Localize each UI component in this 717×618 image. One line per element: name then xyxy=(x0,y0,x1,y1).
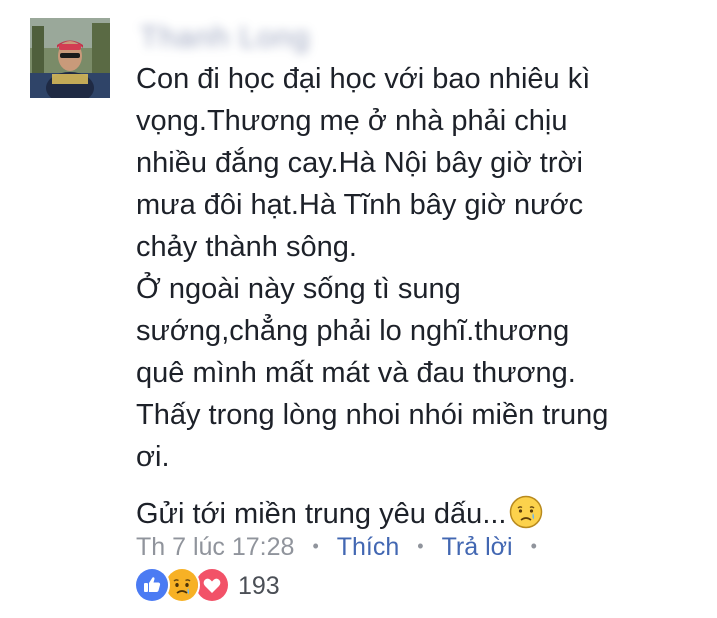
comment-timestamp[interactable]: Th 7 lúc 17:28 xyxy=(136,533,294,561)
comment-line: sướng,chẳng phải lo nghĩ.thương xyxy=(136,315,570,347)
comment-line: Con đi học đại học với bao nhiêu kì xyxy=(136,63,591,95)
reactions-summary[interactable]: 193 xyxy=(134,567,280,603)
comment-paragraph: Gửi tới miền trung yêu dấu... xyxy=(136,493,696,535)
comment-actions: Th 7 lúc 17:28 • Thích • Trả lời • xyxy=(136,530,555,563)
reaction-count: 193 xyxy=(238,571,280,600)
comment-line: vọng.Thương mẹ ở nhà phải chịu xyxy=(136,105,568,137)
like-button[interactable]: Thích xyxy=(337,533,400,561)
comment-item: Thanh Long Con đi học đại học với bao nh… xyxy=(0,0,717,618)
comment-line: quê mình mất mát và đau thương. xyxy=(136,357,576,389)
comment-text: Con đi học đại học với bao nhiêu kì vọng… xyxy=(136,58,696,535)
author-avatar[interactable] xyxy=(30,18,110,98)
comment-line: Ở ngoài này sống tì sung xyxy=(136,273,461,305)
crying-face-icon xyxy=(509,495,542,529)
comment-paragraph: Con đi học đại học với bao nhiêu kì vọng… xyxy=(136,58,696,478)
separator-dot: • xyxy=(312,536,319,556)
comment-line: mưa đôi hạt.Hà Tĩnh bây giờ nước xyxy=(136,189,584,221)
comment-line: chảy thành sông. xyxy=(136,231,357,263)
comment-line: Gửi tới miền trung yêu dấu... xyxy=(136,498,507,530)
separator-dot: • xyxy=(417,536,424,556)
comment-line: ơi. xyxy=(136,441,170,473)
separator-dot: • xyxy=(530,536,537,556)
author-name[interactable]: Thanh Long xyxy=(140,20,310,56)
comment-line: nhiều đắng cay.Hà Nội bây giờ trời xyxy=(136,147,583,179)
profile-photo-icon xyxy=(30,18,110,98)
reply-button[interactable]: Trả lời xyxy=(442,533,513,561)
like-icon xyxy=(134,567,170,603)
comment-line: Thấy trong lòng nhoi nhói miền trung xyxy=(136,399,609,431)
